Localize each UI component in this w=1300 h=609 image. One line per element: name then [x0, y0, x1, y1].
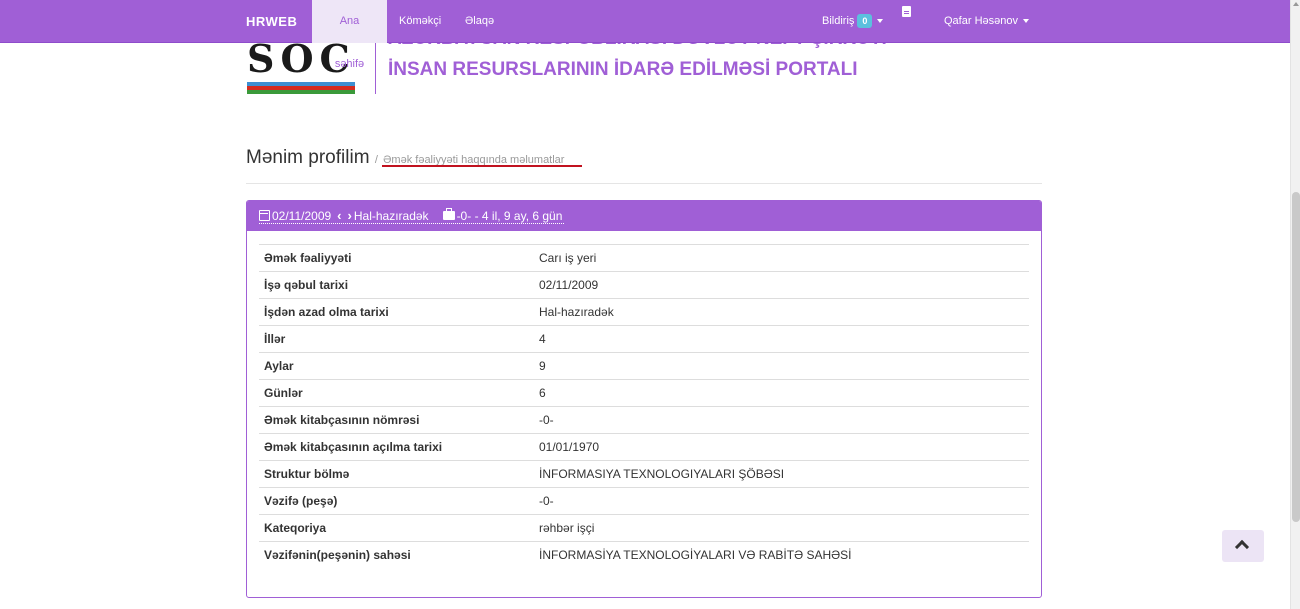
row-label: Kateqoriya	[264, 521, 327, 535]
row-value: Hal-hazıradək	[539, 305, 614, 319]
row-label: Struktur bölmə	[264, 467, 350, 481]
row-value: -0-	[539, 413, 554, 427]
table-row: Vəzifə (peşə) -0-	[259, 487, 1029, 515]
logo-divider	[375, 34, 376, 94]
notifications-badge: 0	[857, 14, 873, 29]
table-row: Kateqoriya rəhbər işçi	[259, 514, 1029, 542]
document-icon[interactable]	[902, 6, 911, 17]
employment-panel: 02/11/2009 ‹ › Hal-hazıradək -0- - 4 il, 9 a…	[246, 200, 1042, 598]
page-title-text: Mənim profilim	[246, 147, 370, 168]
employment-period-link[interactable]: 02/11/2009 ‹ › Hal-hazıradək -0- - 4 il, 9 a…	[259, 208, 565, 224]
row-value: 4	[539, 332, 546, 346]
row-label: Əmək kitabçasının nömrəsi	[264, 413, 420, 427]
scroll-up-arrow-icon[interactable]	[1293, 2, 1299, 6]
title-separator: /	[374, 154, 378, 166]
row-label: Əmək fəaliyyəti	[264, 251, 352, 265]
table-row: İşə qəbul tarixi 02/11/2009	[259, 271, 1029, 299]
notifications-dropdown[interactable]: Bildiriş 0	[810, 0, 895, 43]
row-value: İNFORMASİYA TEXNOLOGİYALARI VƏ RABİTƏ SA…	[539, 548, 852, 563]
row-value: 01/01/1970	[539, 440, 600, 454]
row-value: 6	[539, 386, 546, 400]
user-menu-dropdown[interactable]: Qafar Həsənov	[932, 0, 1041, 43]
row-label: Günlər	[264, 386, 303, 400]
scrollbar[interactable]	[1290, 0, 1300, 609]
back-to-top-button[interactable]	[1222, 530, 1264, 562]
panel-heading: 02/11/2009 ‹ › Hal-hazıradək -0- - 4 il, 9 a…	[247, 201, 1041, 231]
row-value: 02/11/2009	[539, 278, 599, 292]
row-label: Əmək kitabçasının açılma tarixi	[264, 440, 443, 454]
table-row: Əmək kitabçasının nömrəsi -0-	[259, 406, 1029, 434]
duration: -0- - 4 il, 9 ay, 6 gün	[456, 209, 563, 223]
table-row: Struktur bölmə İNFORMASIYA TEXNOLOGIYALAR…	[259, 460, 1029, 488]
table-row: Vəzifənin(peşənin) sahəsi İNFORMASİYA TEX…	[259, 541, 1029, 569]
calendar-icon	[259, 210, 270, 221]
row-value: rəhbər işçi	[539, 521, 595, 535]
row-value: 9	[539, 359, 546, 373]
chevron-right-icon[interactable]: ›	[348, 209, 352, 223]
chevron-down-icon	[877, 19, 884, 24]
table-row: Aylar 9	[259, 352, 1029, 380]
table-row: İllər 4	[259, 325, 1029, 353]
scrollbar-thumb[interactable]	[1292, 192, 1300, 522]
top-navbar: HRWEB Ana səhifə Köməkçi Əlaqə Bildiriş 0…	[0, 0, 1290, 70]
banner-title-line2: İNSAN RESURSLARININ İDARƏ EDİLMƏSİ PORTA…	[388, 59, 858, 80]
row-value: Carı iş yeri	[539, 251, 597, 265]
row-label: İllər	[264, 332, 286, 346]
nav-item-contact[interactable]: Əlaqə	[453, 0, 506, 43]
nav-item-home[interactable]: Ana səhifə	[312, 0, 387, 70]
briefcase-icon	[442, 208, 455, 220]
table-row: Günlər 6	[259, 379, 1029, 407]
page: SOCAR AZƏRBAYCAN RESPUBLİKASI DÖVLƏT NEF…	[0, 0, 1300, 609]
row-label: Vəzifə (peşə)	[264, 494, 338, 508]
nav-item-helper[interactable]: Köməkçi	[387, 0, 453, 43]
row-label: İşə qəbul tarixi	[264, 278, 349, 292]
user-name: Qafar Həsənov	[944, 15, 1018, 27]
start-date: 02/11/2009	[272, 209, 332, 223]
employment-details-table: Əmək fəaliyyəti Carı iş yeri İşə qəbul ta…	[259, 244, 1029, 569]
row-label: Vəzifənin(peşənin) sahəsi	[264, 548, 411, 563]
table-row: Əmək kitabçasının açılma tarixi 01/01/197…	[259, 433, 1029, 461]
divider	[246, 183, 1042, 184]
row-value: İNFORMASIYA TEXNOLOGIYALARI ŞÖBƏSI	[539, 467, 785, 481]
brand-link[interactable]: HRWEB	[246, 0, 297, 43]
end-date: Hal-hazıradək	[353, 209, 429, 223]
row-label: İşdən azad olma tarixi	[264, 305, 389, 319]
chevron-down-icon	[1022, 19, 1029, 24]
notifications-label: Bildiriş	[822, 15, 855, 27]
row-value: -0-	[539, 494, 554, 508]
table-row: Əmək fəaliyyəti Carı iş yeri	[259, 244, 1029, 272]
spellcheck-underline	[382, 165, 582, 167]
table-row: İşdən azad olma tarixi Hal-hazıradək	[259, 298, 1029, 326]
chevron-up-icon	[1234, 539, 1250, 555]
row-label: Aylar	[264, 359, 294, 373]
chevron-left-icon[interactable]: ‹	[337, 209, 341, 223]
